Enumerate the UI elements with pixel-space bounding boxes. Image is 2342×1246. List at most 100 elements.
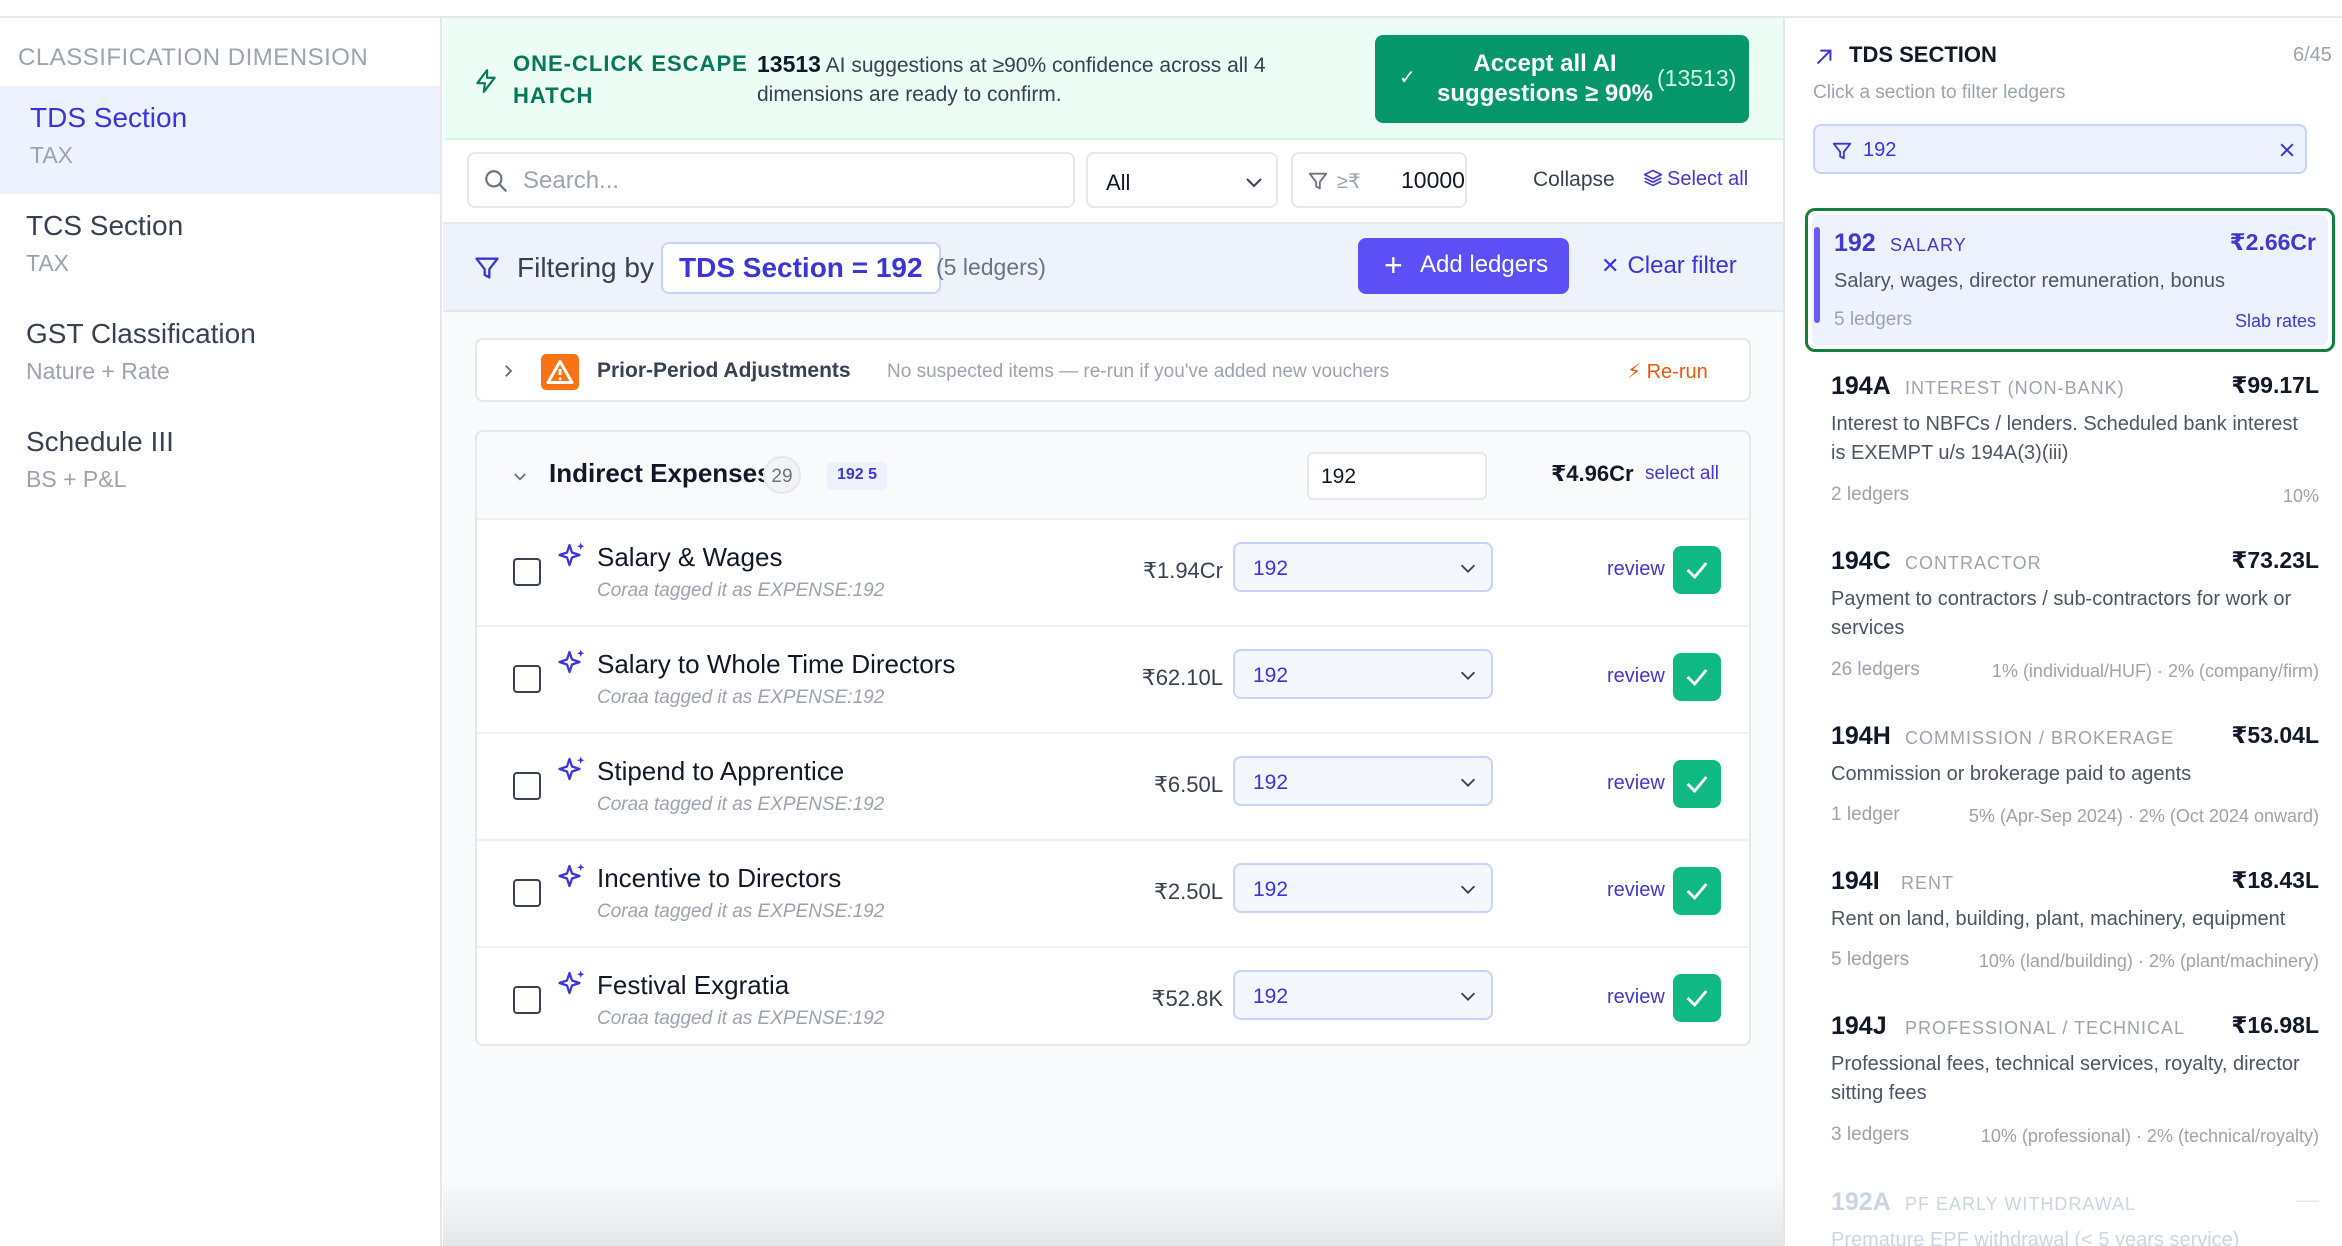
confirm-button[interactable] — [1673, 653, 1721, 701]
row-checkbox[interactable] — [513, 772, 541, 800]
section-amount: — — [2296, 1186, 2319, 1212]
prior-period-title: Prior-Period Adjustments — [597, 359, 851, 382]
search-icon — [485, 170, 507, 192]
sidebar-item-sub: TAX — [26, 250, 70, 276]
row-checkbox[interactable] — [513, 665, 541, 693]
rerun-button[interactable]: ⚡ Re-run — [1627, 359, 1708, 384]
chevron-right-icon — [505, 365, 513, 377]
review-link[interactable]: review — [1607, 772, 1665, 795]
section-amount: ₹18.43L — [2231, 867, 2319, 893]
row-checkbox[interactable] — [513, 986, 541, 1014]
review-link[interactable]: review — [1607, 665, 1665, 688]
section-card-192a[interactable]: 192A PF EARLY WITHDRAWAL — Premature EPF… — [1805, 1186, 2335, 1246]
group-section-chip: 192 5 — [827, 462, 888, 490]
min-amount-value: 10000 — [1401, 167, 1465, 193]
confirm-button[interactable] — [1673, 974, 1721, 1022]
section-card-194c[interactable]: 194C CONTRACTOR ₹73.23L Payment to contr… — [1805, 545, 2335, 705]
clear-filter-label: Clear filter — [1627, 252, 1737, 279]
group-total: ₹4.96Cr — [1551, 461, 1634, 486]
section-code: 194C — [1831, 547, 1891, 575]
section-value: 192 — [1253, 664, 1289, 687]
sidebar-item-label: TDS Section — [30, 102, 188, 133]
section-code: 194I — [1831, 867, 1880, 895]
section-kind: SALARY — [1890, 235, 1967, 255]
confirm-button[interactable] — [1673, 760, 1721, 808]
collapse-button[interactable]: Collapse — [1533, 168, 1615, 192]
add-ledgers-button[interactable]: + Add ledgers — [1358, 238, 1569, 294]
sidebar-item-tcs-section[interactable]: TCS Section TAX — [0, 194, 440, 302]
section-amount: ₹53.04L — [2231, 722, 2319, 748]
selected-indicator — [1814, 227, 1820, 323]
section-kind: COMMISSION / BROKERAGE — [1905, 728, 2175, 748]
filter-chip[interactable]: TDS Section = 192 — [661, 242, 941, 294]
section-select[interactable]: 192 — [1233, 863, 1493, 913]
ledger-amount: ₹2.50L — [1153, 879, 1223, 904]
panel-hint: Click a section to filter ledgers — [1813, 82, 2066, 103]
ai-tag-note: Coraa tagged it as EXPENSE:192 — [597, 1008, 885, 1029]
sparkle-icon — [558, 756, 585, 781]
confirm-button[interactable] — [1673, 546, 1721, 594]
sidebar-item-gst-classification[interactable]: GST Classification Nature + Rate — [0, 302, 440, 410]
check-icon — [1686, 883, 1708, 901]
ledger-toolbar: All ≥₹ 10000 Collapse Select all — [443, 140, 1783, 224]
sidebar-item-tds-section[interactable]: TDS Section TAX — [0, 86, 440, 194]
ledger-amount: ₹52.8K — [1151, 986, 1224, 1011]
accept-all-count: (13513) — [1657, 65, 1737, 91]
section-select[interactable]: 192 — [1233, 649, 1493, 699]
select-all-label: Select all — [1667, 168, 1749, 190]
section-card-192[interactable]: 192 SALARY ₹2.66Cr Salary, wages, direct… — [1805, 208, 2335, 352]
arrow-up-left-icon[interactable] — [1813, 46, 1835, 68]
review-link[interactable]: review — [1607, 558, 1665, 581]
group-bulk-section-input[interactable]: 192 — [1307, 452, 1487, 500]
accept-all-ai-button[interactable]: ✓ Accept all AI suggestions ≥ 90% (13513… — [1375, 35, 1749, 123]
group-count-badge: 29 — [763, 456, 801, 494]
section-ledger-count: 5 ledgers — [1834, 309, 1913, 330]
filter-icon — [1308, 172, 1328, 190]
ai-tag-note: Coraa tagged it as EXPENSE:192 — [597, 901, 885, 922]
section-code: 192 — [1834, 229, 1876, 257]
section-card-194j[interactable]: 194J PROFESSIONAL / TECHNICAL ₹16.98L Pr… — [1805, 1010, 2335, 1170]
ledger-amount: ₹62.10L — [1141, 665, 1223, 690]
sidebar-item-schedule-iii[interactable]: Schedule III BS + P&L — [0, 410, 440, 518]
confirm-button[interactable] — [1673, 867, 1721, 915]
panel-filter-chip[interactable]: 192 — [1813, 124, 2307, 174]
ledger-name: Salary to Whole Time Directors — [597, 649, 956, 679]
table-row: Festival Exgratia Coraa tagged it as EXP… — [477, 948, 1749, 1044]
row-checkbox[interactable] — [513, 879, 541, 907]
search-input[interactable] — [523, 162, 1063, 200]
section-card-194i[interactable]: 194I RENT ₹18.43L Rent on land, building… — [1805, 865, 2335, 995]
clear-filter-button[interactable]: ✕ Clear filter — [1601, 252, 1737, 280]
group-header: Indirect Expenses 29 192 5 192 ₹4.96Cr s… — [477, 432, 1749, 520]
review-link[interactable]: review — [1607, 986, 1665, 1009]
ai-tag-note: Coraa tagged it as EXPENSE:192 — [597, 580, 885, 601]
sidebar-item-label: Schedule III — [26, 426, 174, 457]
section-select[interactable]: 192 — [1233, 970, 1493, 1020]
sidebar-item-sub: TAX — [30, 142, 74, 168]
section-kind: RENT — [1901, 873, 1954, 893]
section-description: Professional fees, technical services, r… — [1831, 1053, 2300, 1104]
tds-section-panel: TDS SECTION 6/45 Click a section to filt… — [1783, 18, 2342, 1246]
section-rate: 1% (individual/HUF) · 2% (company/firm) — [1991, 661, 2319, 681]
review-link[interactable]: review — [1607, 879, 1665, 902]
section-card-194h[interactable]: 194H COMMISSION / BROKERAGE ₹53.04L Comm… — [1805, 720, 2335, 850]
table-row: Stipend to Apprentice Coraa tagged it as… — [477, 734, 1749, 841]
section-select[interactable]: 192 — [1233, 542, 1493, 592]
ai-tag-note: Coraa tagged it as EXPENSE:192 — [597, 687, 885, 708]
check-icon — [1686, 562, 1708, 580]
chevron-down-icon — [1460, 992, 1476, 1001]
close-icon[interactable] — [2277, 140, 2297, 160]
chevron-down-icon[interactable] — [511, 468, 529, 486]
row-checkbox[interactable] — [513, 558, 541, 586]
escape-hatch-title: ONE-CLICK ESCAPE HATCH — [513, 51, 748, 108]
accept-all-label: Accept all AI suggestions ≥ 90% — [1437, 50, 1653, 107]
sidebar-item-label: GST Classification — [26, 318, 256, 349]
select-all-button[interactable]: Select all — [1643, 168, 1748, 191]
section-card-194a[interactable]: 194A INTEREST (NON-BANK) ₹99.17L Interes… — [1805, 370, 2335, 530]
section-select[interactable]: 192 — [1233, 756, 1493, 806]
group-select-all[interactable]: select all — [1645, 463, 1719, 485]
sparkle-icon — [558, 542, 585, 567]
scope-select[interactable]: All — [1086, 152, 1278, 208]
section-description: Commission or brokerage paid to agents — [1831, 763, 2192, 785]
min-amount-filter[interactable]: ≥₹ 10000 — [1291, 152, 1467, 208]
prior-period-card[interactable]: Prior-Period Adjustments No suspected it… — [475, 338, 1751, 402]
